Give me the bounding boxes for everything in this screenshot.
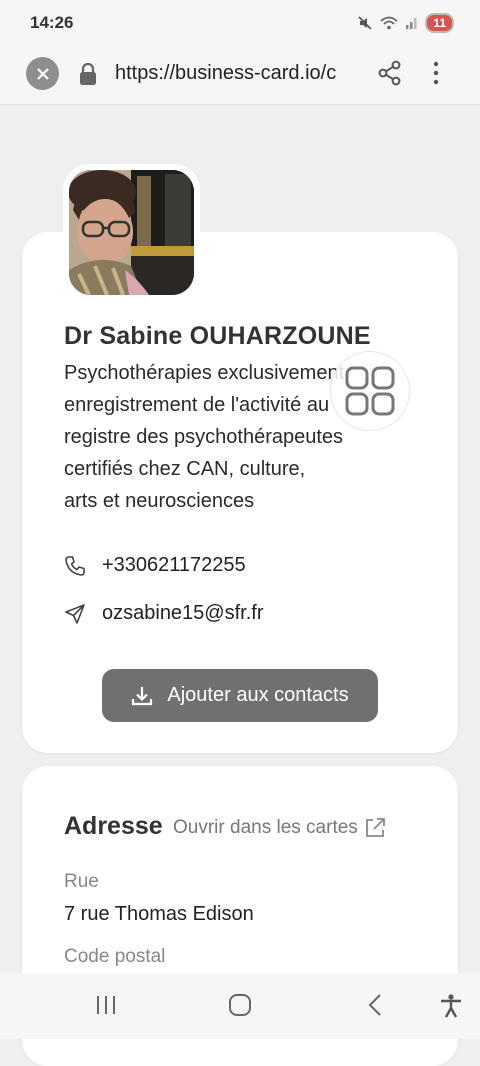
wifi-icon <box>380 16 398 30</box>
phone-row[interactable]: +330621172255 <box>64 554 246 577</box>
phone-number[interactable]: +330621172255 <box>102 554 246 577</box>
bio-line: Psychothérapies exclusivement, <box>64 362 350 384</box>
bio-line: arts et neurosciences <box>64 490 255 512</box>
mute-icon <box>358 16 372 30</box>
navigation-bar <box>0 973 480 1039</box>
address-title: Adresse <box>64 812 163 840</box>
profile-name: Dr Sabine OUHARZOUNE <box>64 322 371 350</box>
open-in-maps-link[interactable]: Ouvrir dans les cartes <box>173 817 386 839</box>
lock-icon <box>80 62 96 85</box>
open-in-maps-label: Ouvrir dans les cartes <box>173 817 358 838</box>
share-icon[interactable] <box>377 60 403 86</box>
external-link-icon <box>365 818 385 837</box>
avatar-photo <box>69 170 194 295</box>
add-to-contacts-button[interactable]: Ajouter aux contacts <box>102 669 378 722</box>
profile-bio: Psychothérapies exclusivement, enregistr… <box>64 357 364 517</box>
phone-icon <box>65 555 85 576</box>
more-vert-icon[interactable] <box>428 60 444 86</box>
qr-code-button[interactable] <box>330 351 410 431</box>
home-icon[interactable] <box>228 993 252 1017</box>
battery-indicator: 11 <box>425 13 454 33</box>
recent-apps-icon[interactable] <box>95 993 117 1017</box>
qr-code-icon <box>345 366 395 416</box>
street-label: Rue <box>64 871 99 892</box>
send-icon <box>65 603 85 624</box>
close-icon <box>36 67 49 80</box>
download-icon <box>132 686 153 705</box>
status-bar: 14:26 11 <box>0 0 480 46</box>
email-address[interactable]: ozsabine15@sfr.fr <box>102 602 264 625</box>
url-field[interactable]: https://business-card.io/c <box>115 62 360 85</box>
back-icon[interactable] <box>366 993 384 1017</box>
email-row[interactable]: ozsabine15@sfr.fr <box>64 602 264 625</box>
close-button[interactable] <box>26 57 59 90</box>
bio-line: enregistrement de l'activité au <box>64 394 330 416</box>
browser-toolbar: https://business-card.io/c <box>0 46 480 105</box>
accessibility-icon[interactable] <box>439 993 463 1019</box>
add-to-contacts-label: Ajouter aux contacts <box>167 684 349 706</box>
street-value: 7 rue Thomas Edison <box>64 903 254 925</box>
bio-line: certifiés chez CAN, culture, <box>64 458 306 480</box>
status-icons: 11 <box>357 13 454 33</box>
bio-line: registre des psychothérapeutes <box>64 426 344 448</box>
status-time: 14:26 <box>30 13 74 32</box>
avatar <box>69 170 194 295</box>
signal-icon <box>406 18 417 29</box>
avatar-frame <box>63 164 200 301</box>
postal-code-label: Code postal <box>64 946 166 967</box>
